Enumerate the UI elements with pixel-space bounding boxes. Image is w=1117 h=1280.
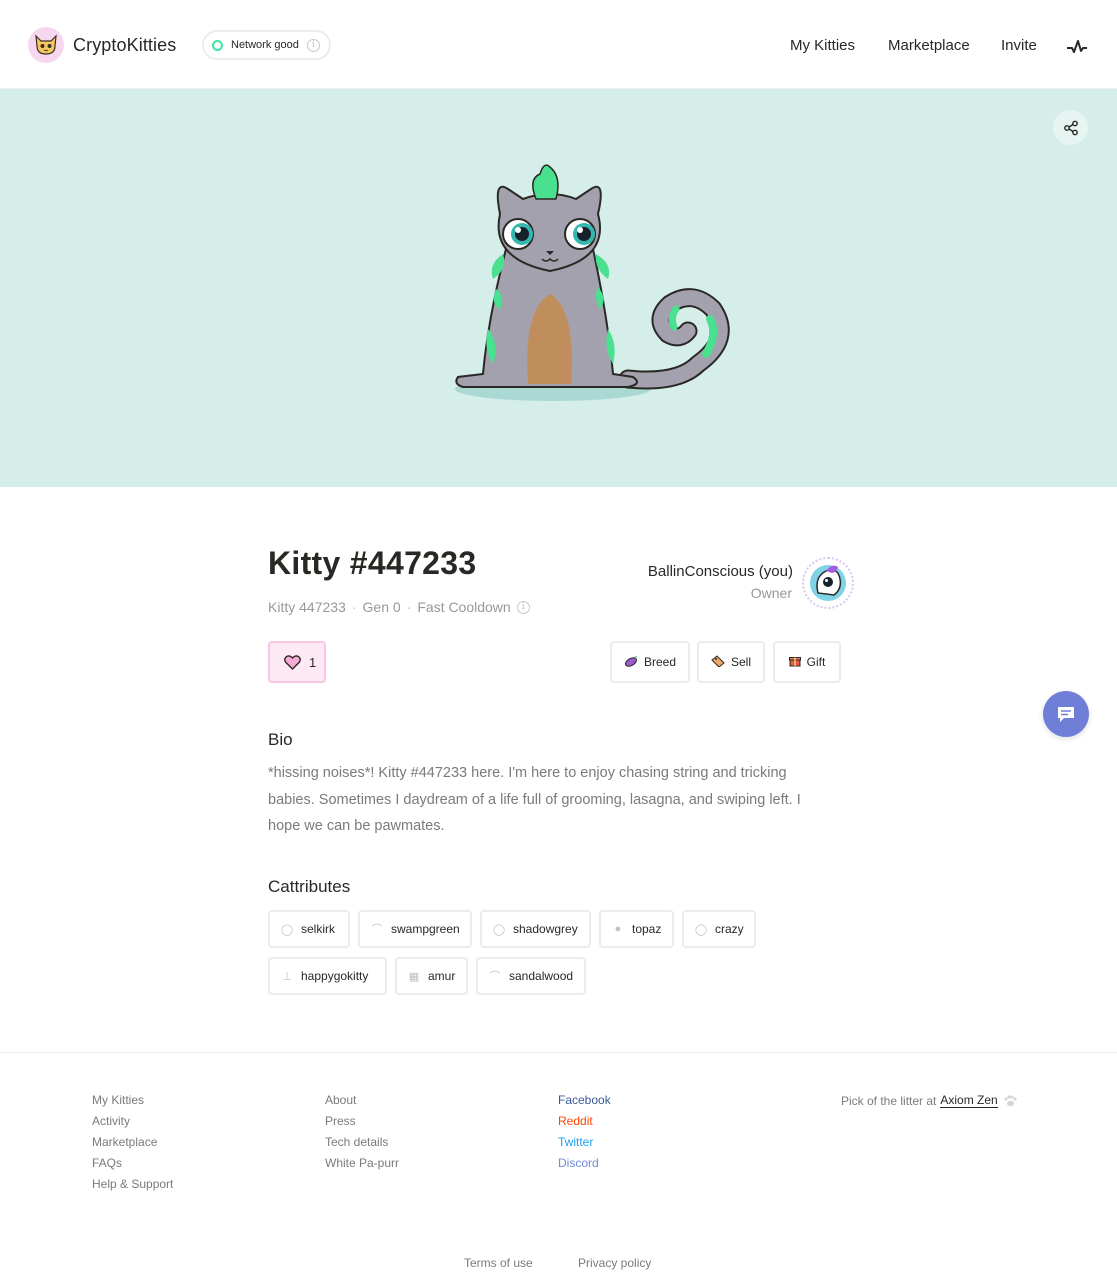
breed-label: Breed — [643, 655, 677, 669]
gift-label: Gift — [806, 655, 826, 669]
share-icon — [1063, 120, 1078, 135]
kitty-cooldown: Fast Cooldown — [417, 599, 511, 615]
activity-pulse-icon[interactable] — [1066, 38, 1088, 56]
footer-link-discord[interactable]: Discord — [558, 1156, 599, 1170]
footer-link-terms[interactable]: Terms of use — [464, 1256, 533, 1270]
cat-face-icon — [28, 27, 64, 63]
eggplant-icon — [624, 655, 638, 670]
chat-icon — [1058, 707, 1074, 722]
footer-link-help[interactable]: Help & Support — [92, 1177, 173, 1191]
cattribute-chip[interactable]: ⌒ swampgreen — [358, 910, 472, 948]
like-count: 1 — [309, 654, 317, 670]
breed-button[interactable]: Breed — [610, 641, 690, 683]
status-dot-icon — [212, 39, 223, 51]
footer-link-twitter[interactable]: Twitter — [558, 1135, 593, 1149]
cattribute-chip[interactable]: ◯ crazy — [682, 910, 756, 948]
mouth-icon: ⊥ — [282, 970, 292, 983]
owner-avatar-image — [810, 565, 846, 601]
info-icon[interactable]: i — [516, 600, 530, 614]
bio-heading: Bio — [268, 730, 293, 749]
network-status-badge[interactable]: Network good i — [202, 30, 331, 60]
brand-name: CryptoKitties — [73, 34, 177, 55]
cattribute-chip[interactable]: ● topaz — [599, 910, 674, 948]
chat-button[interactable] — [1043, 691, 1089, 737]
axiom-zen-link[interactable]: Axiom Zen — [940, 1093, 998, 1108]
eye-color-icon: ● — [614, 923, 622, 935]
nav-invite[interactable]: Invite — [1001, 37, 1037, 54]
pattern-icon: ▦ — [408, 970, 420, 983]
paw-icon — [1004, 1094, 1017, 1106]
cattribute-chip[interactable]: ⊥ happygokitty — [268, 957, 387, 995]
pattern-color-icon: ⌒ — [371, 924, 383, 936]
avatar[interactable] — [802, 557, 854, 609]
cattribute-chip[interactable]: ▦ amur — [395, 957, 468, 995]
price-tag-icon — [711, 654, 725, 670]
cattribute-label: happygokitty — [301, 969, 369, 983]
nav-my-kitties[interactable]: My Kitties — [790, 37, 855, 54]
footer-link-press[interactable]: Press — [325, 1114, 356, 1128]
footer-link-privacy[interactable]: Privacy policy — [578, 1256, 651, 1270]
gift-icon — [788, 655, 801, 670]
gift-button[interactable]: Gift — [773, 641, 841, 683]
litter-credit: Pick of the litter at Axiom Zen — [841, 1093, 1017, 1108]
footer-link-my-kitties[interactable]: My Kitties — [92, 1093, 144, 1107]
owner-name[interactable]: BallinConscious (you) — [648, 563, 793, 580]
footer-link-faqs[interactable]: FAQs — [92, 1156, 122, 1170]
kitty-name: Kitty 447233 — [268, 599, 346, 615]
kitty-image — [455, 164, 730, 401]
top-header: CryptoKitties Network good i My Kitties … — [0, 0, 1117, 89]
kitty-meta: Kitty 447233 · Gen 0 · Fast Cooldown i — [268, 599, 530, 615]
nav-marketplace[interactable]: Marketplace — [888, 37, 970, 54]
cattribute-chip[interactable]: ⌒ sandalwood — [476, 957, 586, 995]
footer-link-reddit[interactable]: Reddit — [558, 1114, 593, 1128]
secondary-color-icon: ⌒ — [489, 971, 501, 983]
body-color-icon: ◯ — [492, 923, 506, 936]
footer-link-white-paper[interactable]: White Pa-purr — [325, 1156, 399, 1170]
sell-button[interactable]: Sell — [697, 641, 765, 683]
cattribute-chip[interactable]: ◯ selkirk — [268, 910, 350, 948]
brand-logo[interactable]: CryptoKitties — [28, 27, 176, 63]
like-button[interactable]: 1 — [268, 641, 326, 683]
footer-link-facebook[interactable]: Facebook — [558, 1093, 611, 1107]
cattributes-heading: Cattributes — [268, 877, 351, 896]
cattribute-label: sandalwood — [509, 969, 574, 983]
info-icon[interactable]: i — [306, 38, 320, 52]
separator-dot: · — [406, 599, 412, 615]
network-status-text: Network good — [231, 39, 299, 51]
cattribute-label: crazy — [715, 922, 744, 936]
cattribute-chip[interactable]: ◯ shadowgrey — [480, 910, 591, 948]
cattribute-label: swampgreen — [391, 922, 460, 936]
kitty-hero — [0, 89, 1117, 487]
cattribute-label: shadowgrey — [513, 922, 578, 936]
separator-dot: · — [351, 599, 357, 615]
cattribute-label: amur — [428, 969, 456, 983]
kitty-title: Kitty #447233 — [268, 545, 477, 581]
sell-label: Sell — [730, 655, 751, 669]
cattribute-label: topaz — [632, 922, 662, 936]
heart-icon — [284, 654, 301, 670]
body-type-icon: ◯ — [280, 923, 294, 936]
footer-link-marketplace[interactable]: Marketplace — [92, 1135, 157, 1149]
litter-prefix: Pick of the litter at — [841, 1093, 937, 1108]
eye-shape-icon: ◯ — [694, 923, 708, 936]
kitty-generation: Gen 0 — [362, 599, 401, 615]
footer-link-tech-details[interactable]: Tech details — [325, 1135, 388, 1149]
cattribute-label: selkirk — [301, 922, 336, 936]
share-button[interactable] — [1053, 110, 1088, 145]
bio-text: *hissing noises*! Kitty #447233 here. I'… — [268, 765, 801, 834]
owner-role: Owner — [750, 585, 792, 601]
footer-link-about[interactable]: About — [325, 1093, 356, 1107]
footer-link-activity[interactable]: Activity — [92, 1114, 130, 1128]
